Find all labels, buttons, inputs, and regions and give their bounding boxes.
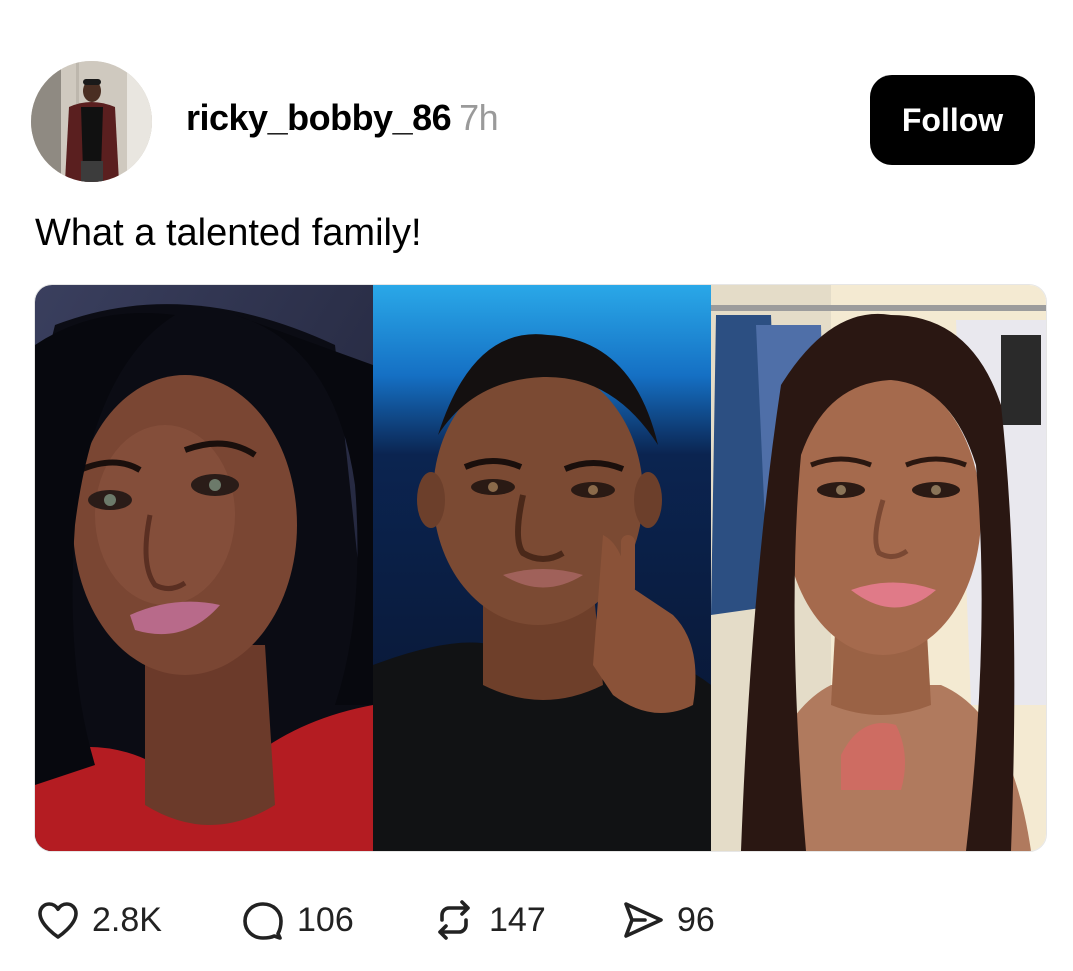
post-caption: What a talented family! xyxy=(35,212,422,254)
action-bar: 2.8K 106 147 96 xyxy=(34,890,739,950)
repost-count: 147 xyxy=(489,900,546,939)
username[interactable]: ricky_bobby_86 7h xyxy=(186,97,499,139)
reply-count: 106 xyxy=(297,900,354,939)
heart-icon xyxy=(38,902,78,939)
photo-woman-red-top xyxy=(35,285,373,851)
photo-man-black-shirt xyxy=(373,285,711,851)
post-timestamp: 7h xyxy=(459,97,499,138)
repost-icon xyxy=(438,900,470,940)
photo-woman-tattoo xyxy=(711,285,1046,851)
avatar-image xyxy=(31,61,152,182)
send-icon xyxy=(624,902,663,938)
repost-button[interactable]: 147 xyxy=(429,896,619,944)
comment-bubble-icon xyxy=(243,902,283,940)
like-button[interactable]: 2.8K xyxy=(34,896,239,944)
follow-button[interactable]: Follow xyxy=(870,75,1035,165)
post-image[interactable] xyxy=(34,284,1047,852)
share-count: 96 xyxy=(677,900,715,939)
reply-button[interactable]: 106 xyxy=(239,896,429,944)
username-text[interactable]: ricky_bobby_86 xyxy=(186,97,452,138)
like-count: 2.8K xyxy=(92,900,162,939)
avatar[interactable] xyxy=(31,61,152,182)
share-button[interactable]: 96 xyxy=(619,896,739,944)
